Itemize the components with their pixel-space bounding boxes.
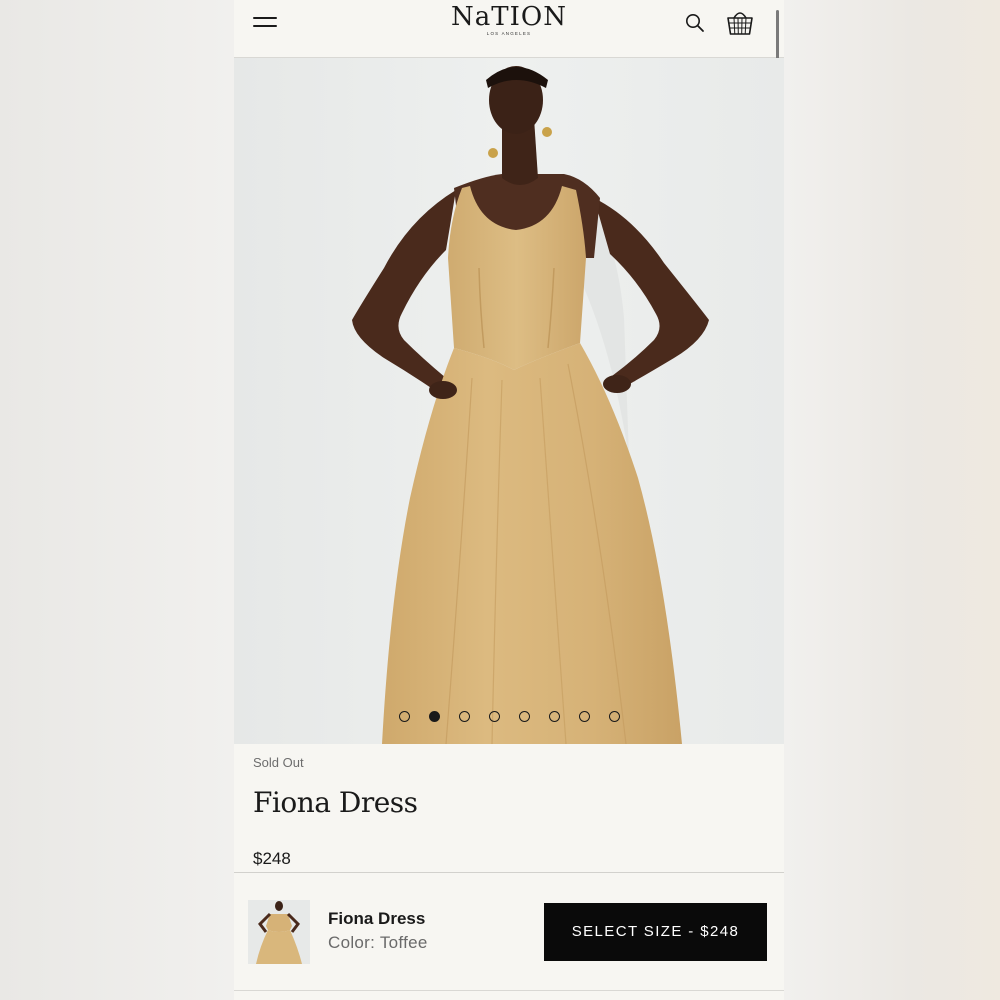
- product-image-gallery[interactable]: [234, 58, 784, 744]
- sticky-product-name: Fiona Dress: [328, 909, 426, 928]
- sticky-product-color: Color: Toffee: [328, 933, 428, 952]
- product-photo: [234, 58, 784, 744]
- gallery-dot[interactable]: [608, 711, 620, 723]
- select-size-button[interactable]: SELECT SIZE - $248: [544, 903, 767, 961]
- product-thumbnail: [248, 900, 310, 964]
- stock-status: Sold Out: [253, 755, 304, 770]
- product-price: $248: [253, 849, 291, 868]
- gallery-dot-active[interactable]: [428, 711, 440, 723]
- gallery-dot[interactable]: [548, 711, 560, 723]
- sticky-purchase-bar: Fiona Dress Color: Toffee SELECT SIZE - …: [234, 872, 784, 1000]
- gallery-dot[interactable]: [518, 711, 530, 723]
- divider: [234, 990, 784, 991]
- gallery-dot[interactable]: [578, 711, 590, 723]
- gallery-dot[interactable]: [398, 711, 410, 723]
- site-header: NaTION LOS ANGELES: [234, 0, 784, 246]
- basket-icon[interactable]: [725, 7, 755, 37]
- gallery-pagination: [234, 708, 784, 723]
- background-left: [0, 0, 234, 1000]
- product-title: Fiona Dress: [253, 786, 418, 819]
- gallery-dot[interactable]: [488, 711, 500, 723]
- phone-screen: NaTION LOS ANGELES Sold Out Fiona Dress …: [234, 0, 784, 1000]
- gallery-dot[interactable]: [458, 711, 470, 723]
- search-icon[interactable]: [685, 13, 705, 33]
- background-right: [784, 0, 1000, 1000]
